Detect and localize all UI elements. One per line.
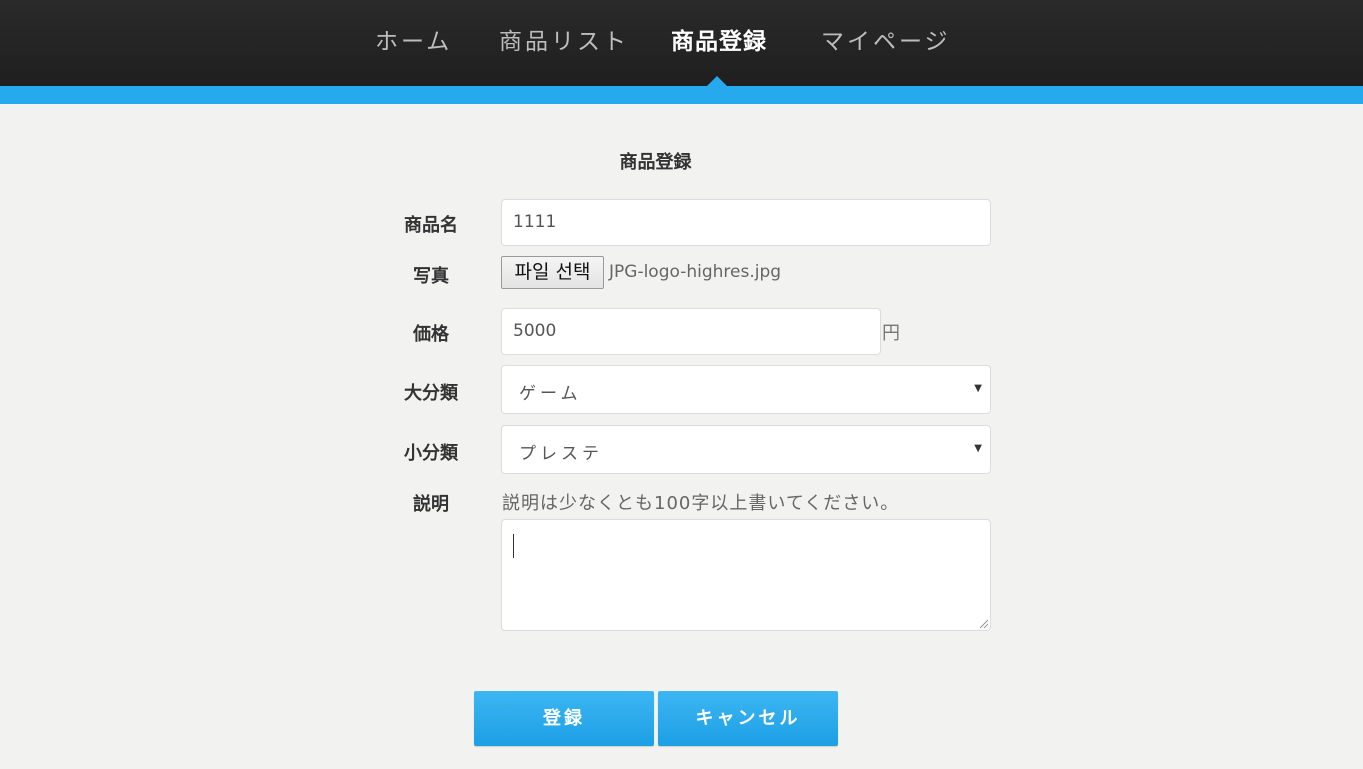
resize-handle-icon[interactable] — [980, 620, 988, 628]
selected-file-name: JPG-logo-highres.jpg — [609, 262, 782, 282]
subcategory-selected-value: プレステ — [519, 444, 603, 464]
category-label: 大分類 — [404, 383, 458, 404]
price-value: 5000 — [513, 321, 557, 341]
nav-item-mypage[interactable]: マイページ — [821, 22, 951, 56]
subcategory-select[interactable]: プレステ ▼ — [501, 425, 991, 474]
nav-item-product-list[interactable]: 商品リスト — [499, 22, 629, 56]
price-label: 価格 — [413, 324, 449, 345]
category-selected-value: ゲーム — [519, 384, 582, 404]
description-textarea[interactable] — [501, 519, 991, 631]
top-nav: ホーム 商品リスト 商品登録 マイページ — [0, 0, 1363, 86]
chevron-down-icon: ▼ — [974, 383, 982, 394]
description-label: 説明 — [413, 494, 449, 515]
register-button[interactable]: 登録 — [474, 691, 654, 746]
text-cursor — [513, 534, 514, 558]
nav-item-home[interactable]: ホーム — [375, 22, 452, 56]
chevron-down-icon: ▼ — [974, 443, 982, 454]
form-title: 商品登録 — [619, 152, 692, 173]
file-select-button[interactable]: 파일 선택 — [501, 256, 604, 289]
product-name-label: 商品名 — [404, 215, 458, 236]
price-input[interactable]: 5000 — [501, 308, 881, 355]
nav-accent-bar — [0, 86, 1363, 104]
description-hint: 説明は少なくとも100字以上書いてください。 — [502, 493, 900, 514]
active-nav-indicator — [707, 76, 727, 86]
nav-item-product-register[interactable]: 商品登録 — [671, 22, 767, 56]
category-select[interactable]: ゲーム ▼ — [501, 365, 991, 414]
product-name-value: 1111 — [513, 212, 557, 232]
cancel-button[interactable]: キャンセル — [658, 691, 838, 746]
product-name-input[interactable]: 1111 — [501, 199, 991, 246]
price-unit: 円 — [882, 323, 900, 344]
photo-label: 写真 — [413, 266, 449, 287]
subcategory-label: 小分類 — [404, 443, 458, 464]
